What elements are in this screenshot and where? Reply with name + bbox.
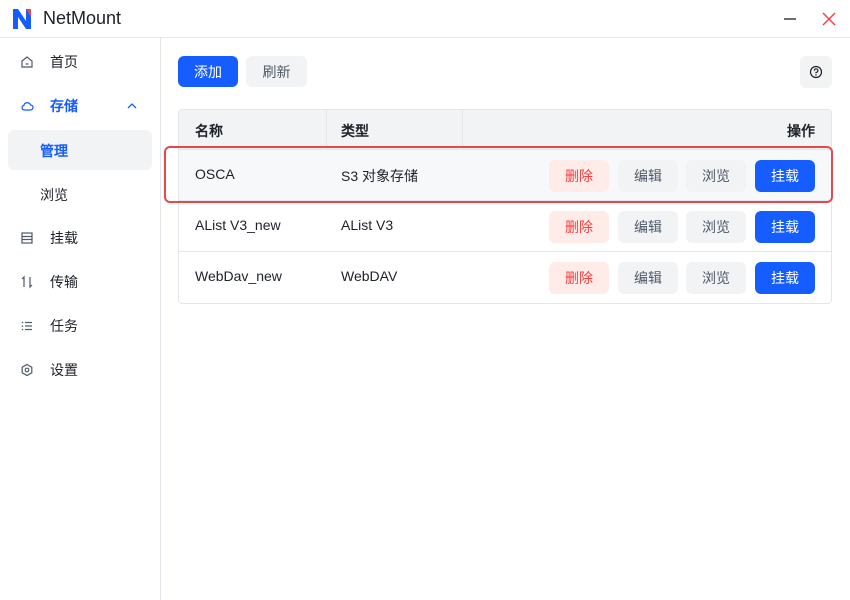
home-icon bbox=[21, 56, 33, 68]
sidebar-item-transfer[interactable]: 传输 bbox=[0, 262, 160, 302]
storage-type: AList V3 bbox=[341, 217, 394, 233]
storage-name: OSCA bbox=[195, 166, 235, 182]
gear-icon bbox=[21, 363, 33, 377]
column-header-actions: 操作 bbox=[787, 123, 815, 139]
edit-button[interactable]: 编辑 bbox=[618, 211, 678, 243]
sidebar-item-manage[interactable]: 管理 bbox=[8, 130, 152, 170]
edit-button[interactable]: 编辑 bbox=[618, 262, 678, 294]
storage-table: 名称 类型 操作 OSCA S3 对象存储 删除 编辑 浏览 挂载 AList … bbox=[178, 109, 832, 304]
browse-button[interactable]: 浏览 bbox=[686, 160, 746, 192]
sidebar-item-home[interactable]: 首页 bbox=[0, 42, 160, 82]
cloud-icon bbox=[21, 102, 34, 111]
browse-button[interactable]: 浏览 bbox=[686, 211, 746, 243]
storage-name: WebDav_new bbox=[195, 268, 282, 284]
sidebar-item-storage[interactable]: 存储 bbox=[0, 86, 160, 126]
table-row: OSCA S3 对象存储 删除 编辑 浏览 挂载 bbox=[179, 150, 831, 201]
delete-button[interactable]: 删除 bbox=[549, 160, 609, 192]
transfer-icon bbox=[21, 275, 33, 289]
storage-name: AList V3_new bbox=[195, 217, 281, 233]
help-icon bbox=[809, 65, 823, 79]
title-bar: NetMount bbox=[0, 0, 850, 38]
sidebar-item-label: 传输 bbox=[50, 274, 78, 290]
sidebar-item-label: 浏览 bbox=[40, 187, 68, 203]
mount-button[interactable]: 挂载 bbox=[755, 262, 815, 294]
refresh-button[interactable]: 刷新 bbox=[246, 56, 307, 87]
storage-icon bbox=[21, 232, 33, 244]
mount-button[interactable]: 挂载 bbox=[755, 211, 815, 243]
table-row: AList V3_new AList V3 删除 编辑 浏览 挂载 bbox=[179, 201, 831, 252]
column-header-type: 类型 bbox=[341, 123, 369, 139]
sidebar-item-label: 存储 bbox=[50, 98, 78, 114]
table-row: WebDav_new WebDAV 删除 编辑 浏览 挂载 bbox=[179, 252, 831, 303]
list-icon bbox=[21, 321, 32, 331]
sidebar-item-settings[interactable]: 设置 bbox=[0, 350, 160, 390]
storage-type: WebDAV bbox=[341, 268, 398, 284]
sidebar-item-label: 管理 bbox=[40, 143, 68, 159]
browse-button[interactable]: 浏览 bbox=[686, 262, 746, 294]
column-header-name: 名称 bbox=[195, 123, 223, 139]
app-title: NetMount bbox=[43, 8, 122, 28]
delete-button[interactable]: 删除 bbox=[549, 211, 609, 243]
sidebar-item-tasks[interactable]: 任务 bbox=[0, 306, 160, 346]
sidebar: 首页 存储 管理 浏览 挂载 传输 任务 设置 bbox=[0, 38, 161, 600]
sidebar-item-browse[interactable]: 浏览 bbox=[8, 174, 152, 214]
chevron-up-icon[interactable] bbox=[125, 99, 139, 113]
storage-type: S3 对象存储 bbox=[341, 168, 419, 184]
table-header: 名称 类型 操作 bbox=[179, 110, 831, 150]
sidebar-item-mount[interactable]: 挂载 bbox=[0, 218, 160, 258]
sidebar-item-label: 挂载 bbox=[50, 230, 78, 246]
add-button[interactable]: 添加 bbox=[178, 56, 238, 87]
sidebar-item-label: 任务 bbox=[50, 318, 78, 334]
column-divider bbox=[462, 110, 463, 150]
edit-button[interactable]: 编辑 bbox=[618, 160, 678, 192]
sidebar-item-label: 设置 bbox=[50, 362, 78, 378]
minimize-icon[interactable] bbox=[780, 9, 800, 29]
column-divider bbox=[326, 110, 327, 150]
help-button[interactable] bbox=[800, 56, 832, 88]
netmount-logo-icon bbox=[13, 9, 31, 29]
close-icon[interactable] bbox=[819, 9, 839, 29]
delete-button[interactable]: 删除 bbox=[549, 262, 609, 294]
mount-button[interactable]: 挂载 bbox=[755, 160, 815, 192]
sidebar-item-label: 首页 bbox=[50, 54, 78, 70]
